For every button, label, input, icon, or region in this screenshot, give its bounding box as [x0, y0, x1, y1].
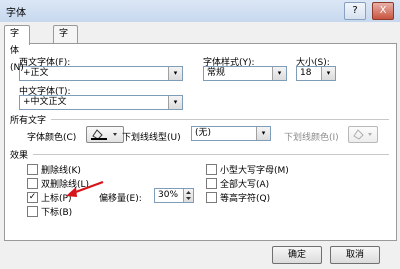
font-style-value: 常规: [207, 68, 226, 78]
chevron-down-icon[interactable]: ▾: [256, 127, 270, 140]
help-button[interactable]: ?: [344, 2, 366, 20]
effects-heading: 效果: [10, 151, 29, 161]
divider: [33, 154, 389, 155]
subscript-checkbox[interactable]: [27, 206, 38, 217]
close-button[interactable]: X: [372, 2, 394, 20]
chinese-font-select[interactable]: +中文正文 ▾: [19, 95, 183, 110]
underline-color-label: 下划线颜色(I): [284, 133, 339, 143]
all-caps-checkbox[interactable]: [206, 178, 217, 189]
chevron-down-icon[interactable]: ▾: [321, 67, 335, 80]
spinner-arrows-icon[interactable]: [183, 189, 193, 202]
equalize-height-label: 等高字符(Q): [220, 194, 271, 204]
all-text-heading: 所有文字: [10, 116, 47, 126]
underline-type-label: 下划线线型(U): [122, 133, 181, 143]
offset-label: 偏移量(E):: [99, 194, 142, 204]
double-strikethrough-checkbox[interactable]: [27, 178, 38, 189]
chevron-down-icon[interactable]: ▾: [168, 96, 182, 109]
divider: [51, 119, 389, 120]
font-dialog: 字体(N) 字符间距(R) 西文字体(F): 字体样式(Y): 大小(S): +…: [0, 22, 400, 269]
chevron-down-icon[interactable]: ▾: [168, 67, 182, 80]
strikethrough-label: 删除线(K): [41, 166, 81, 176]
strikethrough-checkbox[interactable]: [27, 164, 38, 175]
subscript-label: 下标(B): [41, 208, 73, 218]
all-caps-label: 全部大写(A): [220, 180, 270, 190]
underline-color-button[interactable]: [348, 126, 378, 143]
font-tab-panel: 西文字体(F): 字体样式(Y): 大小(S): +正文 ▾ 常规 ▾ 18 ▾…: [4, 43, 397, 241]
paint-bucket-icon: [353, 129, 372, 140]
underline-type-value: (无): [195, 128, 212, 138]
equalize-height-checkbox[interactable]: [206, 192, 217, 203]
offset-spinner[interactable]: 30%: [154, 188, 194, 203]
chevron-down-icon[interactable]: ▾: [272, 67, 286, 80]
paint-bucket-icon: [91, 129, 117, 140]
cancel-button[interactable]: 取消: [330, 246, 380, 264]
font-color-button[interactable]: [86, 126, 124, 143]
window-title: 字体: [6, 8, 26, 19]
font-size-value: 18: [300, 68, 312, 78]
small-caps-checkbox[interactable]: [206, 164, 217, 175]
red-arrow-annotation: [66, 180, 104, 197]
western-font-value: +正文: [23, 68, 49, 78]
font-color-label: 字体颜色(C): [27, 133, 77, 143]
tab-font[interactable]: 字体(N): [4, 25, 30, 73]
superscript-checkbox[interactable]: ✓: [27, 192, 38, 203]
spinner-icon: [186, 191, 191, 200]
underline-type-select[interactable]: (无) ▾: [191, 126, 271, 141]
title-bar: 字体 ? X: [0, 0, 400, 23]
font-style-select[interactable]: 常规 ▾: [203, 66, 287, 81]
ok-button[interactable]: 确定: [272, 246, 322, 264]
western-font-select[interactable]: +正文 ▾: [19, 66, 183, 81]
small-caps-label: 小型大写字母(M): [220, 166, 289, 176]
tab-character-spacing[interactable]: 字符间距(R): [53, 25, 79, 107]
font-size-select[interactable]: 18 ▾: [296, 66, 336, 81]
chinese-font-value: +中文正文: [23, 97, 67, 107]
offset-value: 30%: [158, 190, 179, 200]
